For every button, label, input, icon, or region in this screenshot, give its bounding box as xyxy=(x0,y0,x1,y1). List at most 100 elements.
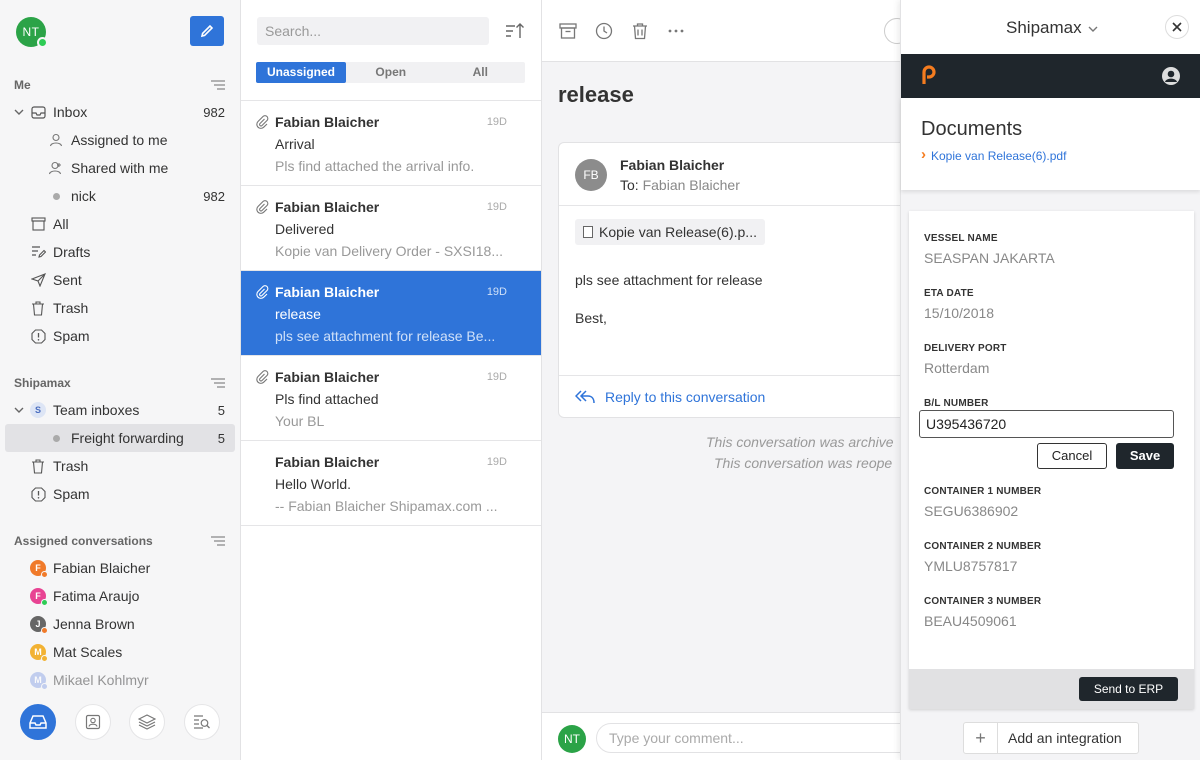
cancel-button[interactable]: Cancel xyxy=(1037,443,1107,469)
assigned-person-mikael[interactable]: M Mikael Kohlmyr xyxy=(5,666,235,694)
sidebar-item-inbox[interactable]: Inbox 982 xyxy=(5,98,235,126)
reply-all-icon xyxy=(575,390,595,404)
attachment-chip[interactable]: Kopie van Release(6).p... xyxy=(575,219,765,245)
inbox-nav-button[interactable] xyxy=(20,704,56,740)
search-nav-button[interactable] xyxy=(184,704,220,740)
sidebar-item-label: Team inboxes xyxy=(53,402,140,418)
sidebar-item-trash[interactable]: Trash xyxy=(5,294,235,322)
sidebar-item-drafts[interactable]: Drafts xyxy=(5,238,235,266)
field-value-vessel[interactable]: SEASPAN JAKARTA xyxy=(924,250,1055,266)
sidebar-item-all[interactable]: All xyxy=(5,210,235,238)
sidebar-item-sent[interactable]: Sent xyxy=(5,266,235,294)
card-footer: Send to ERP xyxy=(909,669,1194,709)
conversation-preview: -- Fabian Blaicher Shipamax.com ... xyxy=(275,498,498,514)
section-title-me: Me xyxy=(14,78,31,92)
sidebar-item-shared-with-me[interactable]: Shared with me xyxy=(5,154,235,182)
field-value-container-2[interactable]: YMLU8757817 xyxy=(924,558,1017,574)
shipamax-logo-icon xyxy=(922,65,936,84)
reply-link[interactable]: Reply to this conversation xyxy=(575,389,765,405)
trash-icon xyxy=(30,300,46,316)
more-options-icon[interactable] xyxy=(667,22,685,40)
message-card: FB Fabian Blaicher To: Fabian Blaicher K… xyxy=(558,142,900,418)
section-title-assigned: Assigned conversations xyxy=(14,534,153,548)
conversation-item[interactable]: Fabian Blaicher 19D Pls find attached Yo… xyxy=(241,356,541,441)
conversation-item[interactable]: Fabian Blaicher 19D Arrival Pls find att… xyxy=(241,101,541,186)
contacts-nav-button[interactable] xyxy=(75,704,111,740)
comment-bar: NT xyxy=(542,712,900,760)
field-value-container-3[interactable]: BEAU4509061 xyxy=(924,613,1017,629)
message-body-line: Best, xyxy=(575,310,607,326)
thread-view: release FB Fabian Blaicher To: Fabian Bl… xyxy=(542,0,900,760)
clock-icon[interactable] xyxy=(595,22,613,40)
message-recipients: To: Fabian Blaicher xyxy=(620,177,740,193)
paperclip-icon xyxy=(256,115,269,129)
user-avatar[interactable]: NT xyxy=(16,17,48,48)
conversation-item[interactable]: Fabian Blaicher 19D Hello World. -- Fabi… xyxy=(241,441,541,526)
sidebar-item-team-trash[interactable]: Trash xyxy=(5,452,235,480)
sidebar-item-label: nick xyxy=(71,188,96,204)
sidebar-item-team-spam[interactable]: Spam xyxy=(5,480,235,508)
chevron-down-icon[interactable] xyxy=(14,107,24,117)
conversation-item[interactable]: Fabian Blaicher 19D Delivered Kopie van … xyxy=(241,186,541,271)
attachment-name: Kopie van Release(6).p... xyxy=(599,224,757,240)
conversation-age: 19D xyxy=(486,286,507,298)
tab-all[interactable]: All xyxy=(436,62,526,83)
search-input[interactable] xyxy=(257,17,489,45)
chevron-down-icon[interactable] xyxy=(14,405,24,415)
sidebar-item-nick[interactable]: nick 982 xyxy=(5,182,235,210)
drafts-icon xyxy=(30,244,46,260)
tab-unassigned[interactable]: Unassigned xyxy=(256,62,346,83)
field-value-eta[interactable]: 15/10/2018 xyxy=(924,305,994,321)
unread-count: 5 xyxy=(217,402,225,418)
field-label: CONTAINER 3 NUMBER xyxy=(924,596,1042,607)
person-name: Fatima Araujo xyxy=(53,588,140,604)
integration-switcher[interactable]: Shipamax xyxy=(1006,18,1098,38)
sidebar-item-assigned-to-me[interactable]: Assigned to me xyxy=(5,126,235,154)
conversation-from: Fabian Blaicher xyxy=(275,199,380,215)
team-badge-icon: S xyxy=(30,402,46,418)
extracted-fields-card: VESSEL NAME SEASPAN JAKARTA ETA DATE 15/… xyxy=(909,211,1194,709)
tab-open[interactable]: Open xyxy=(346,62,436,83)
comment-input[interactable] xyxy=(596,723,900,753)
section-menu-icon[interactable] xyxy=(211,378,225,388)
compose-button[interactable] xyxy=(190,16,224,46)
sort-icon[interactable] xyxy=(505,22,525,40)
user-account-icon[interactable] xyxy=(1161,66,1181,86)
archive-icon[interactable] xyxy=(559,22,577,40)
conversation-preview: Kopie van Delivery Order - SXSI18... xyxy=(275,243,503,259)
trash-icon[interactable] xyxy=(631,22,649,40)
message-body-line: pls see attachment for release xyxy=(575,272,763,288)
section-menu-icon[interactable] xyxy=(211,80,225,90)
system-note: This conversation was reope xyxy=(714,455,893,471)
assigned-person-mat[interactable]: M Mat Scales xyxy=(5,638,235,666)
assignee-avatar-icon[interactable] xyxy=(884,18,900,44)
paperclip-icon xyxy=(256,285,269,299)
assigned-person-fabian[interactable]: F Fabian Blaicher xyxy=(5,554,235,582)
assigned-person-jenna[interactable]: J Jenna Brown xyxy=(5,610,235,638)
close-button[interactable] xyxy=(1165,15,1189,39)
save-button[interactable]: Save xyxy=(1116,443,1174,469)
document-link[interactable]: Kopie van Release(6).pdf xyxy=(921,146,1066,163)
field-value-container-1[interactable]: SEGU6386902 xyxy=(924,503,1018,519)
documents-section: Documents Kopie van Release(6).pdf xyxy=(901,98,1200,190)
person-avatar: F xyxy=(30,588,48,606)
unread-count: 982 xyxy=(203,104,225,120)
bl-number-input[interactable] xyxy=(919,410,1174,438)
section-menu-icon[interactable] xyxy=(211,536,225,546)
field-value-port[interactable]: Rotterdam xyxy=(924,360,989,376)
commenter-avatar: NT xyxy=(558,725,586,753)
sidebar-item-spam[interactable]: Spam xyxy=(5,322,235,350)
conversation-item-selected[interactable]: Fabian Blaicher 19D release pls see atta… xyxy=(241,271,541,356)
unread-count: 982 xyxy=(203,188,225,204)
sidebar-item-team-inboxes[interactable]: S Team inboxes 5 xyxy=(5,396,235,424)
layers-nav-button[interactable] xyxy=(129,704,165,740)
add-integration-button[interactable]: + Add an integration xyxy=(963,722,1139,754)
send-to-erp-button[interactable]: Send to ERP xyxy=(1079,677,1178,701)
field-label: CONTAINER 1 NUMBER xyxy=(924,486,1042,497)
divider xyxy=(559,375,900,376)
sidebar-item-label: Spam xyxy=(53,328,90,344)
assigned-person-fatima[interactable]: F Fatima Araujo xyxy=(5,582,235,610)
reply-label: Reply to this conversation xyxy=(605,389,766,405)
sidebar-item-freight-forwarding[interactable]: Freight forwarding 5 xyxy=(5,424,235,452)
field-label: ETA DATE xyxy=(924,288,974,299)
